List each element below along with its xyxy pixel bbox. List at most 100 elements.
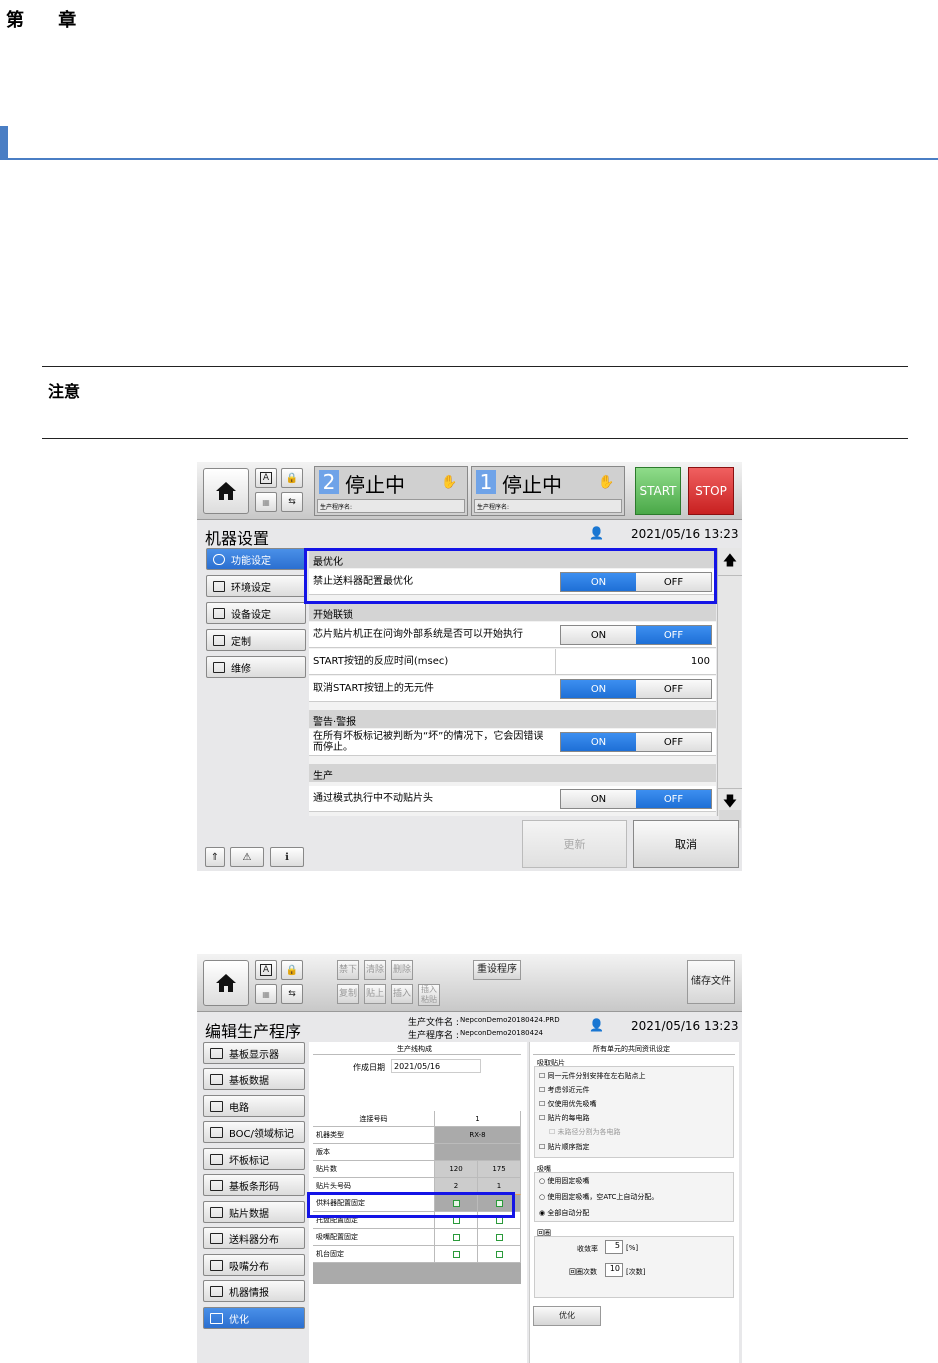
lock-button[interactable]: 🔒 — [281, 960, 303, 980]
reset-program-button[interactable]: 重设程序 — [473, 960, 521, 980]
sidebar-item-boc[interactable]: BOC/领域标记 — [203, 1121, 305, 1143]
pick-option-3[interactable]: ☐ 仅使用优先吸嘴 — [539, 1099, 597, 1109]
plan-button[interactable]: ▦ — [255, 492, 277, 512]
radio-icon[interactable]: ○ — [539, 1177, 545, 1185]
scrollbar[interactable]: 🡅 🡇 — [717, 548, 742, 828]
sidebar-item-maintenance[interactable]: 维修 — [206, 656, 306, 678]
table-header: 连接号码 — [313, 1111, 435, 1127]
sidebar-item-bad-mark[interactable]: 坏板标记 — [203, 1148, 305, 1170]
sidebar-item-board-display[interactable]: 基板显示器 — [203, 1042, 305, 1064]
efficiency-input[interactable]: 5 — [605, 1240, 623, 1254]
warning-button[interactable]: ⚠ — [230, 847, 264, 867]
conveyor-button[interactable]: ⇆ — [281, 492, 303, 512]
manual-icon: A — [259, 964, 273, 976]
off-option[interactable]: OFF — [636, 626, 711, 644]
insert-button[interactable]: 插入 — [391, 984, 413, 1004]
pick-option-5[interactable]: ☐ 贴片顺序指定 — [539, 1142, 590, 1152]
on-option[interactable]: ON — [561, 733, 636, 751]
sidebar-item-optimization[interactable]: 优化 — [203, 1307, 305, 1329]
checkbox-icon[interactable] — [452, 1233, 460, 1241]
manual-button[interactable]: A — [255, 960, 277, 980]
insert-paste-button[interactable]: 插入粘贴 — [418, 984, 440, 1006]
sidebar-item-machine-info[interactable]: 机器情报 — [203, 1280, 305, 1302]
scroll-up-button[interactable]: 🡅 — [718, 548, 742, 576]
checkbox-icon[interactable]: ☐ — [539, 1072, 545, 1080]
off-option[interactable]: OFF — [636, 790, 711, 808]
sidebar-item-function[interactable]: 功能设定 — [206, 548, 306, 570]
pick-option-4[interactable]: ☐ 贴片的每电路 — [539, 1113, 590, 1123]
save-file-button[interactable]: 储存文件 — [687, 960, 735, 1004]
station-2-panel[interactable]: 2 停止中 ✋ 生产程序名: — [314, 466, 468, 516]
plan-button[interactable]: ▦ — [255, 984, 277, 1004]
edit-program-screenshot: A 🔒 ▦ ⇆ 禁下 清除 删除 复制 贴上 插入 插入粘贴 重设程序 储存文件… — [197, 954, 742, 1363]
home-button[interactable] — [203, 468, 249, 514]
collapse-button[interactable]: ⇑ — [205, 847, 225, 867]
checkbox-icon[interactable] — [495, 1233, 503, 1241]
sidebar-item-equipment[interactable]: 设备设定 — [206, 602, 306, 624]
optimization-icon — [210, 1312, 223, 1324]
sidebar-item-placement[interactable]: 贴片数据 — [203, 1201, 305, 1223]
station-1-panel[interactable]: 1 停止中 ✋ 生产程序名: — [471, 466, 625, 516]
info-button[interactable]: ℹ — [270, 847, 304, 867]
checkbox-icon[interactable] — [452, 1250, 460, 1258]
optimize-button[interactable]: 优化 — [533, 1306, 601, 1326]
setting-value[interactable]: 100 — [555, 649, 716, 674]
on-off-toggle[interactable]: ON OFF — [560, 789, 712, 809]
checkbox-icon[interactable] — [495, 1250, 503, 1258]
station-1-status: 停止中 — [502, 473, 562, 497]
clear-button[interactable]: 清除 — [364, 960, 386, 980]
sidebar-item-board-data[interactable]: 基板数据 — [203, 1068, 305, 1090]
checkbox-icon[interactable]: ☐ — [549, 1128, 555, 1136]
table-cell[interactable] — [478, 1246, 521, 1263]
table-cell[interactable] — [435, 1246, 478, 1263]
nozzle-option-2[interactable]: ○ 使用固定吸嘴，空ATC上自动分配。 — [539, 1192, 658, 1202]
update-button[interactable]: 更新 — [522, 820, 627, 868]
delete-button[interactable]: 删除 — [391, 960, 413, 980]
table-cell[interactable] — [478, 1229, 521, 1246]
pick-option-1[interactable]: ☐ 同一元件分别安排在左右贴点上 — [539, 1071, 646, 1081]
home-button[interactable] — [203, 960, 249, 1006]
sidebar-item-nozzle[interactable]: 吸嘴分布 — [203, 1254, 305, 1276]
start-button[interactable]: START — [635, 467, 681, 515]
machine-type-value: RX-8 — [469, 1131, 486, 1139]
copy-button[interactable]: 复制 — [337, 984, 359, 1004]
on-option[interactable]: ON — [561, 680, 636, 698]
setting-row-start-response: START按钮的反应时间(msec) 100 — [309, 649, 716, 675]
sidebar-item-feeder[interactable]: 送料器分布 — [203, 1227, 305, 1249]
sidebar-item-environment[interactable]: 环境设定 — [206, 575, 306, 597]
on-off-toggle[interactable]: ON OFF — [560, 679, 712, 699]
tool-button-1[interactable]: 禁下 — [337, 960, 359, 980]
radio-icon[interactable]: ○ — [539, 1193, 545, 1201]
off-option[interactable]: OFF — [636, 680, 711, 698]
stop-button[interactable]: STOP — [688, 467, 734, 515]
scroll-down-button[interactable]: 🡇 — [718, 788, 742, 816]
sidebar-item-custom[interactable]: 定制 — [206, 629, 306, 651]
paste-button[interactable]: 贴上 — [364, 984, 386, 1004]
lock-button[interactable]: 🔒 — [281, 468, 303, 488]
pick-option-2[interactable]: ☐ 考虑邻近元件 — [539, 1085, 590, 1095]
checkbox-icon[interactable]: ☐ — [539, 1100, 545, 1108]
checkbox-icon[interactable]: ☐ — [539, 1114, 545, 1122]
option-label: 使用固定吸嘴，空ATC上自动分配。 — [547, 1193, 659, 1201]
on-option[interactable]: ON — [561, 626, 636, 644]
cancel-button[interactable]: 取消 — [633, 820, 739, 868]
on-option[interactable]: ON — [561, 790, 636, 808]
conveyor-icon: ⇆ — [288, 497, 296, 507]
sidebar-item-circuit[interactable]: 电路 — [203, 1095, 305, 1117]
pick-option-4a[interactable]: ☐ 未路径分割为各电路 — [549, 1127, 621, 1137]
loop-count-input[interactable]: 10 — [605, 1263, 623, 1277]
checkbox-icon[interactable]: ☐ — [539, 1143, 545, 1151]
checkbox-icon[interactable]: ☐ — [539, 1086, 545, 1094]
lock-icon: 🔒 — [285, 472, 299, 484]
sidebar-item-barcode[interactable]: 基板条形码 — [203, 1174, 305, 1196]
on-off-toggle[interactable]: ON OFF — [560, 732, 712, 752]
conveyor-button[interactable]: ⇆ — [281, 984, 303, 1004]
table-cell[interactable] — [435, 1229, 478, 1246]
manual-button[interactable]: A — [255, 468, 277, 488]
on-off-toggle[interactable]: ON OFF — [560, 625, 712, 645]
arrow-up-icon: 🡅 — [722, 552, 738, 569]
off-option[interactable]: OFF — [636, 733, 711, 751]
nozzle-option-1[interactable]: ○ 使用固定吸嘴 — [539, 1176, 589, 1186]
radio-selected-icon[interactable]: ◉ — [539, 1209, 545, 1217]
nozzle-option-3[interactable]: ◉ 全部自动分配 — [539, 1208, 589, 1218]
